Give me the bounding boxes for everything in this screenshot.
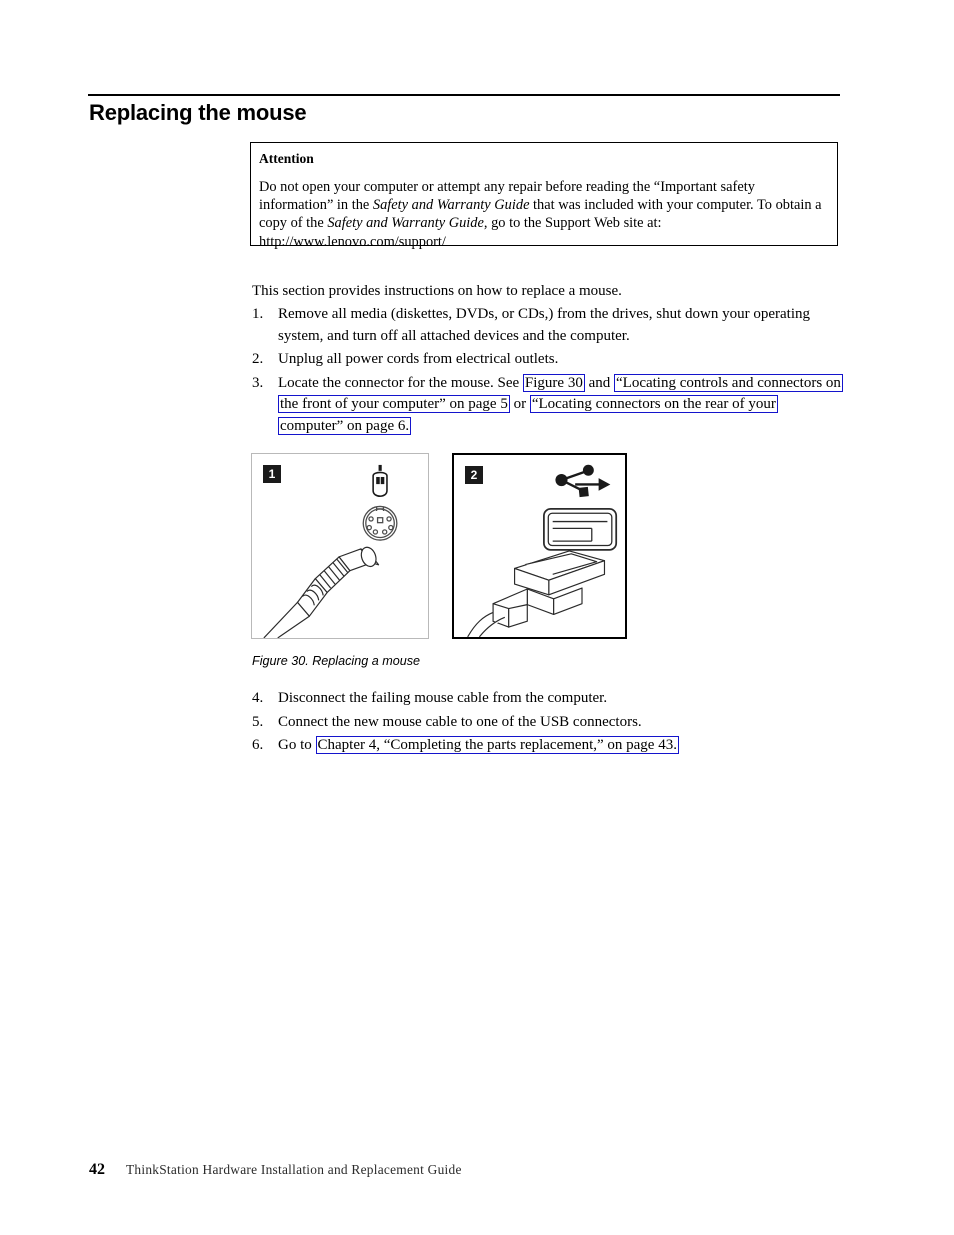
figure-panel-ps2: 1 — [251, 453, 429, 639]
mouse-icon — [372, 464, 388, 497]
footer-document-title: ThinkStation Hardware Installation and R… — [126, 1162, 462, 1177]
usb-cable-plug — [467, 550, 606, 637]
attention-callout-box: Attention Do not open your computer or a… — [250, 142, 838, 250]
ps2-cable-plug — [263, 546, 380, 638]
steps-list-upper: 1. Remove all media (diskettes, DVDs, or… — [252, 304, 843, 439]
ps2-port-icon — [362, 505, 398, 541]
step3-lead-text: Locate the connector for the mouse. See — [278, 374, 523, 391]
list-item: 5. Connect the new mouse cable to one of… — [252, 712, 842, 734]
step6-lead-text: Go to — [278, 737, 316, 753]
step-number: 1. — [252, 306, 264, 322]
step-number: 3. — [252, 374, 264, 391]
usb-trident-icon — [555, 464, 611, 498]
footer-page-number: 42 — [89, 1161, 105, 1178]
step-number: 4. — [252, 690, 264, 706]
list-item: 6. Go to Chapter 4, “Completing the part… — [252, 735, 842, 757]
list-item: 3. Locate the connector for the mouse. S… — [252, 373, 843, 438]
list-item: 1. Remove all media (diskettes, DVDs, or… — [252, 304, 842, 347]
usb-port-icon — [543, 507, 618, 551]
step-text: Remove all media (diskettes, DVDs, or CD… — [278, 306, 810, 344]
link-chapter-4-completing-parts-replacement[interactable]: Chapter 4, “Completing the parts replace… — [315, 736, 679, 754]
step-text: Connect the new mouse cable to one of th… — [278, 713, 642, 730]
step-number: 6. — [252, 737, 264, 753]
figure-panel-usb: 2 — [452, 453, 627, 639]
attention-italic-guide-2: Safety and Warranty Guide — [327, 215, 484, 232]
step-text: Locate the connector for the mouse. See … — [278, 373, 843, 438]
step3-mid-text-2: or — [509, 396, 530, 412]
page-footer: 42 ThinkStation Hardware Installation an… — [89, 1161, 462, 1179]
figure-caption: Figure 30. Replacing a mouse — [252, 654, 421, 668]
attention-italic-guide-1: Safety and Warranty Guide — [372, 197, 530, 214]
list-item: 2. Unplug all power cords from electrica… — [252, 349, 842, 371]
step-text: Go to Chapter 4, “Completing the parts r… — [278, 735, 842, 757]
step-number: 2. — [252, 351, 264, 367]
step3-mid-text-1: and — [584, 374, 614, 391]
document-page: Replacing the mouse Attention Do not ope… — [0, 0, 954, 1235]
list-item: 4. Disconnect the failing mouse cable fr… — [252, 688, 842, 710]
callout-badge-2: 2 — [465, 466, 483, 484]
intro-paragraph: This section provides instructions on ho… — [252, 283, 622, 299]
link-figure-30[interactable]: Figure 30 — [522, 373, 585, 392]
page-title: Replacing the mouse — [89, 100, 307, 125]
step-number: 5. — [252, 713, 264, 730]
attention-body: Do not open your computer or attempt any… — [259, 178, 827, 251]
heading-rule — [88, 94, 840, 96]
step-text: Disconnect the failing mouse cable from … — [278, 690, 608, 706]
callout-badge-1: 1 — [263, 465, 281, 483]
steps-list-lower: 4. Disconnect the failing mouse cable fr… — [252, 688, 842, 759]
attention-title: Attention — [259, 151, 314, 166]
step-text: Unplug all power cords from electrical o… — [278, 351, 559, 367]
